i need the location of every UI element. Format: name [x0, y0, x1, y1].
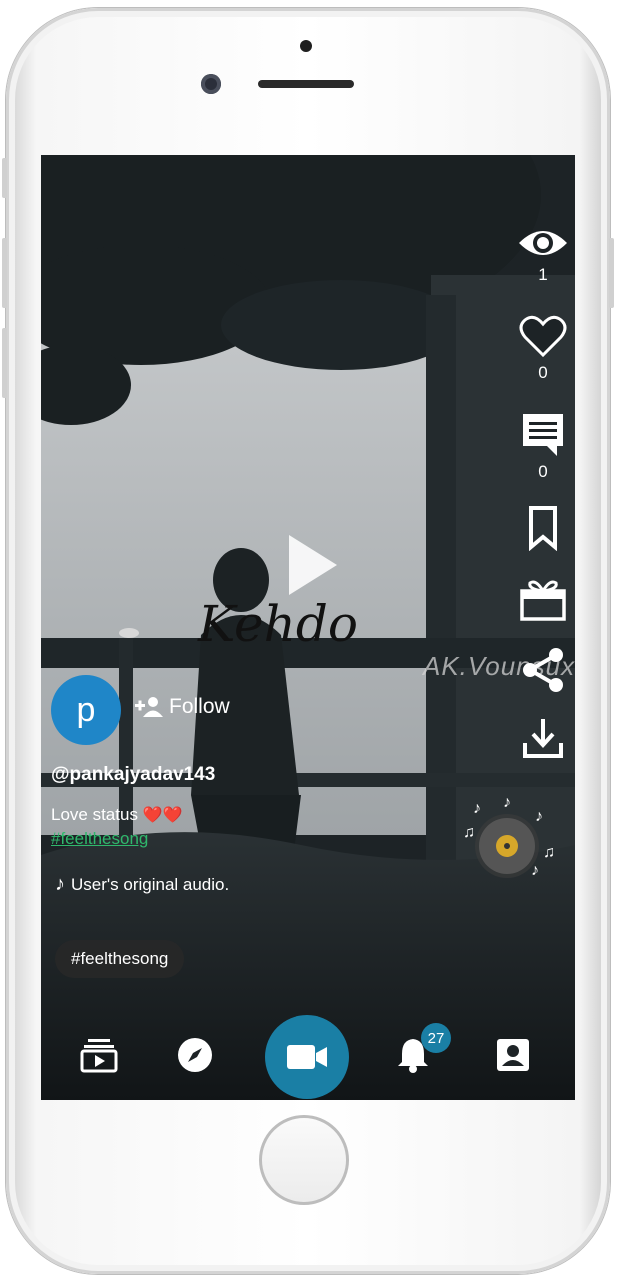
music-note-icon: ♪ [503, 794, 511, 811]
bookmark-icon [529, 506, 557, 551]
gift-action[interactable] [511, 577, 575, 621]
music-note-icon: ♪ [531, 862, 539, 879]
follow-button[interactable]: Follow [135, 695, 230, 719]
share-icon [523, 648, 563, 692]
music-note-icon: ♫ [463, 824, 475, 841]
profile-icon [497, 1039, 529, 1071]
caption-text: Love status [51, 805, 138, 824]
views-count: 1 [538, 265, 548, 284]
bottom-nav: 27 [41, 1015, 575, 1100]
earpiece-speaker [258, 80, 354, 88]
home-button[interactable] [259, 1115, 349, 1205]
power-button [609, 238, 614, 308]
creator-avatar[interactable]: p [51, 675, 121, 745]
audio-info[interactable]: ♪ User's original audio. [55, 873, 229, 896]
hashtag-chip[interactable]: #feelthesong [55, 940, 185, 978]
music-note-icon: ♫ [543, 844, 555, 861]
caption-hashtag-link[interactable]: #feelthesong [51, 829, 148, 849]
music-note-icon: ♪ [55, 873, 65, 895]
video-caption: Love status ❤️❤️ [51, 805, 183, 825]
play-icon[interactable] [289, 535, 337, 595]
bookmark-action[interactable] [511, 505, 575, 551]
comment-action[interactable]: 0 [511, 410, 575, 482]
nav-explore[interactable] [175, 1035, 215, 1075]
volume-down-button [2, 328, 7, 398]
disc-icon [479, 818, 535, 874]
video-camera-icon [287, 1045, 327, 1069]
comments-count: 0 [538, 462, 548, 481]
audio-name: User's original audio. [71, 874, 230, 894]
music-note-icon: ♪ [535, 808, 543, 825]
proximity-sensor [300, 40, 312, 52]
video-feed-icon [80, 1039, 118, 1073]
notifications-badge: 27 [421, 1023, 451, 1053]
volume-up-button [2, 238, 7, 308]
likes-count: 0 [538, 363, 548, 382]
app-screen: Kehdo AK.Vounsuxe 1 0 0 p Follow @pankaj… [41, 155, 575, 1100]
music-disc[interactable]: ♫ ♪ ♪ ♪ ♫ ♪ [451, 794, 563, 890]
download-action[interactable] [511, 715, 575, 761]
music-note-icon: ♪ [473, 800, 481, 817]
record-video-button[interactable] [265, 1015, 349, 1099]
mute-switch [2, 158, 7, 198]
nav-profile[interactable] [493, 1035, 533, 1075]
share-action[interactable] [511, 645, 575, 695]
comment-icon [523, 414, 563, 456]
download-icon [523, 719, 563, 758]
eye-icon [519, 231, 567, 255]
like-action[interactable]: 0 [511, 315, 575, 383]
creator-username[interactable]: @pankajyadav143 [51, 764, 215, 786]
caption-emoji: ❤️❤️ [142, 807, 183, 824]
add-person-icon [135, 697, 163, 717]
compass-icon [178, 1038, 212, 1072]
video-overlay-text: Kehdo [198, 595, 358, 653]
front-camera [201, 74, 221, 94]
views-action[interactable]: 1 [511, 225, 575, 285]
nav-feed[interactable] [79, 1035, 119, 1075]
gift-icon [520, 580, 566, 621]
follow-label: Follow [169, 695, 230, 718]
heart-icon [519, 315, 567, 358]
